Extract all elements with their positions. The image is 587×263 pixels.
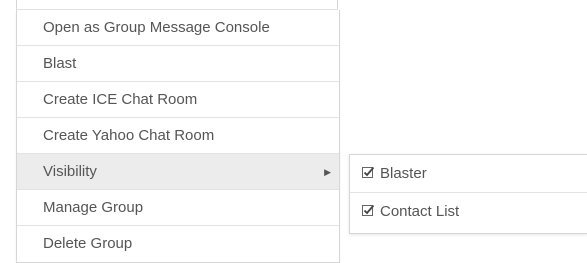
menu-top-cutoff — [16, 0, 338, 10]
submenu-item-contact-list[interactable]: Contact List — [350, 193, 587, 233]
visibility-submenu: Blaster Contact List — [349, 154, 587, 234]
submenu-item-label: Blaster — [380, 165, 427, 182]
menu-item-visibility[interactable]: Visibility ▶ — [17, 154, 339, 190]
screen: Open as Group Message Console Blast Crea… — [0, 0, 587, 263]
menu-item-manage-group[interactable]: Manage Group — [17, 190, 339, 226]
menu-item-label: Create Yahoo Chat Room — [43, 127, 215, 144]
context-menu: Open as Group Message Console Blast Crea… — [16, 10, 340, 263]
menu-item-label: Blast — [43, 55, 77, 72]
menu-item-label: Open as Group Message Console — [43, 19, 270, 36]
menu-item-label: Create ICE Chat Room — [43, 91, 198, 108]
submenu-item-label: Contact List — [380, 203, 460, 220]
checkbox-checked-icon — [362, 204, 375, 216]
caret-right-icon: ▶ — [324, 167, 331, 177]
menu-item-open-group-message-console[interactable]: Open as Group Message Console — [17, 10, 339, 46]
checkbox-checked-icon — [362, 166, 375, 178]
menu-item-label: Manage Group — [43, 199, 144, 216]
menu-item-delete-group[interactable]: Delete Group — [17, 226, 339, 262]
menu-item-label: Delete Group — [43, 235, 133, 252]
menu-item-create-ice-chat-room[interactable]: Create ICE Chat Room — [17, 82, 339, 118]
menu-item-blast[interactable]: Blast — [17, 46, 339, 82]
submenu-item-blaster[interactable]: Blaster — [350, 155, 587, 193]
menu-item-label: Visibility — [43, 163, 97, 180]
menu-item-create-yahoo-chat-room[interactable]: Create Yahoo Chat Room — [17, 118, 339, 154]
